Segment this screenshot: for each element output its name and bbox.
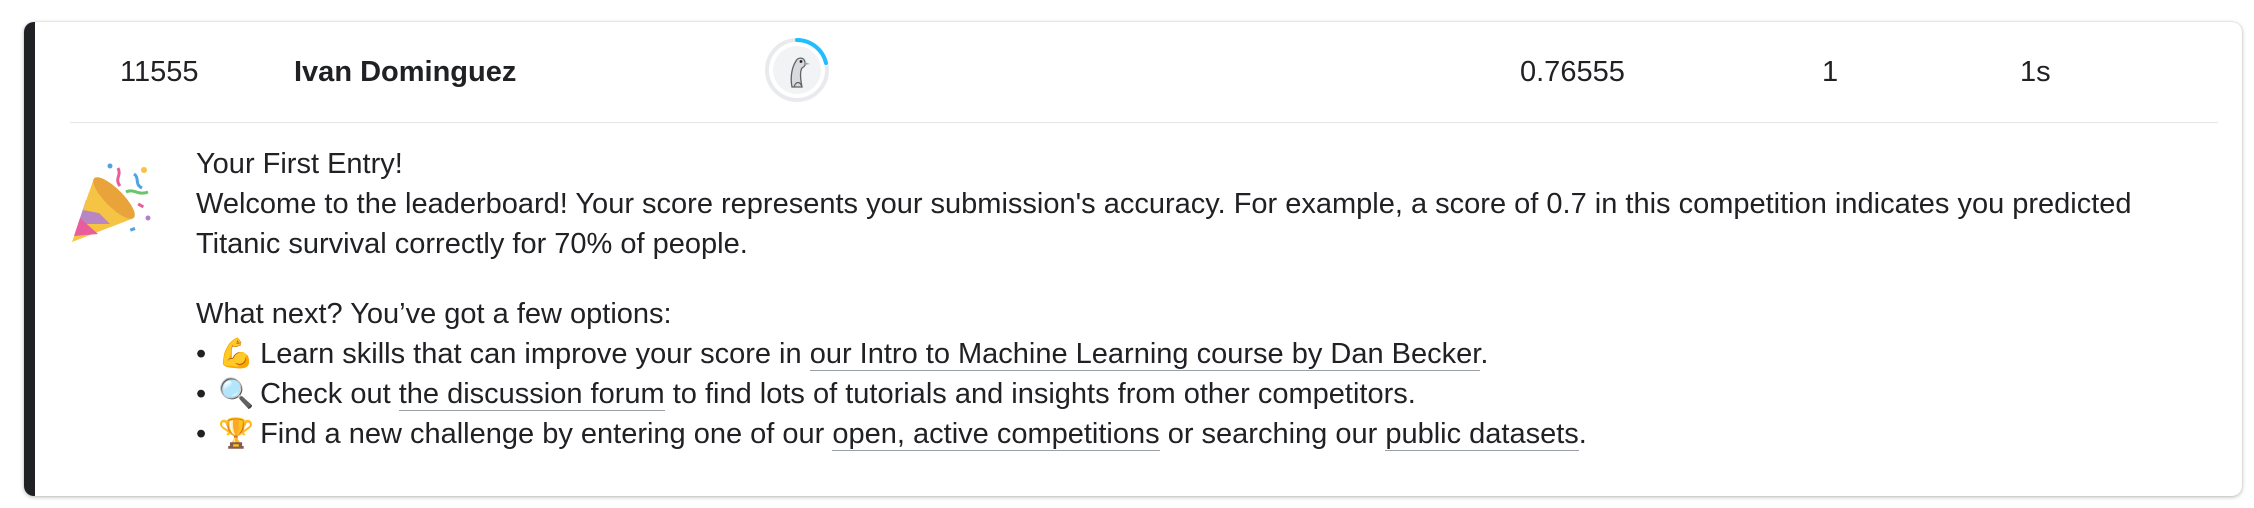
list-item: • 🏆 Find a new challenge by entering one … (196, 414, 2202, 454)
entries-cell: 1 (1822, 56, 1839, 88)
first-entry-notice: Your First Entry! Welcome to the leaderb… (24, 122, 2242, 496)
score-cell: 0.76555 (1520, 56, 1625, 88)
notice-body: Welcome to the leaderboard! Your score r… (196, 188, 2132, 260)
last-submission-cell: 1s (2020, 56, 2051, 88)
party-popper-icon (64, 158, 154, 248)
list-item: • 🔍 Check out the discussion forum to fin… (196, 374, 2202, 414)
notice-title: Your First Entry! (196, 148, 403, 180)
list-item: • 💪 Learn skills that can improve your sc… (196, 334, 2202, 374)
notice-text: Your First Entry! Welcome to the leaderb… (196, 144, 2202, 454)
flexed-biceps-icon: 💪 (218, 338, 255, 370)
leaderboard-entry-card: 11555 Ivan Dominguez 0.76555 1 1s Your F… (24, 22, 2242, 496)
rank-cell: 11555 (120, 56, 199, 88)
leaderboard-row[interactable]: 11555 Ivan Dominguez 0.76555 1 1s (70, 22, 2218, 123)
public-datasets-link[interactable]: public datasets (1385, 418, 1579, 451)
magnifying-glass-icon: 🔍 (218, 378, 255, 410)
kaggle-goose-avatar-icon[interactable] (764, 37, 830, 103)
trophy-icon: 🏆 (218, 418, 255, 450)
competitions-link[interactable]: open, active competitions (832, 418, 1160, 451)
next-heading: What next? You’ve got a few options: (196, 298, 672, 330)
ml-course-link[interactable]: our Intro to Machine Learning course by … (809, 338, 1481, 371)
discussion-forum-link[interactable]: the discussion forum (398, 378, 665, 411)
team-name[interactable]: Ivan Dominguez (294, 22, 516, 122)
